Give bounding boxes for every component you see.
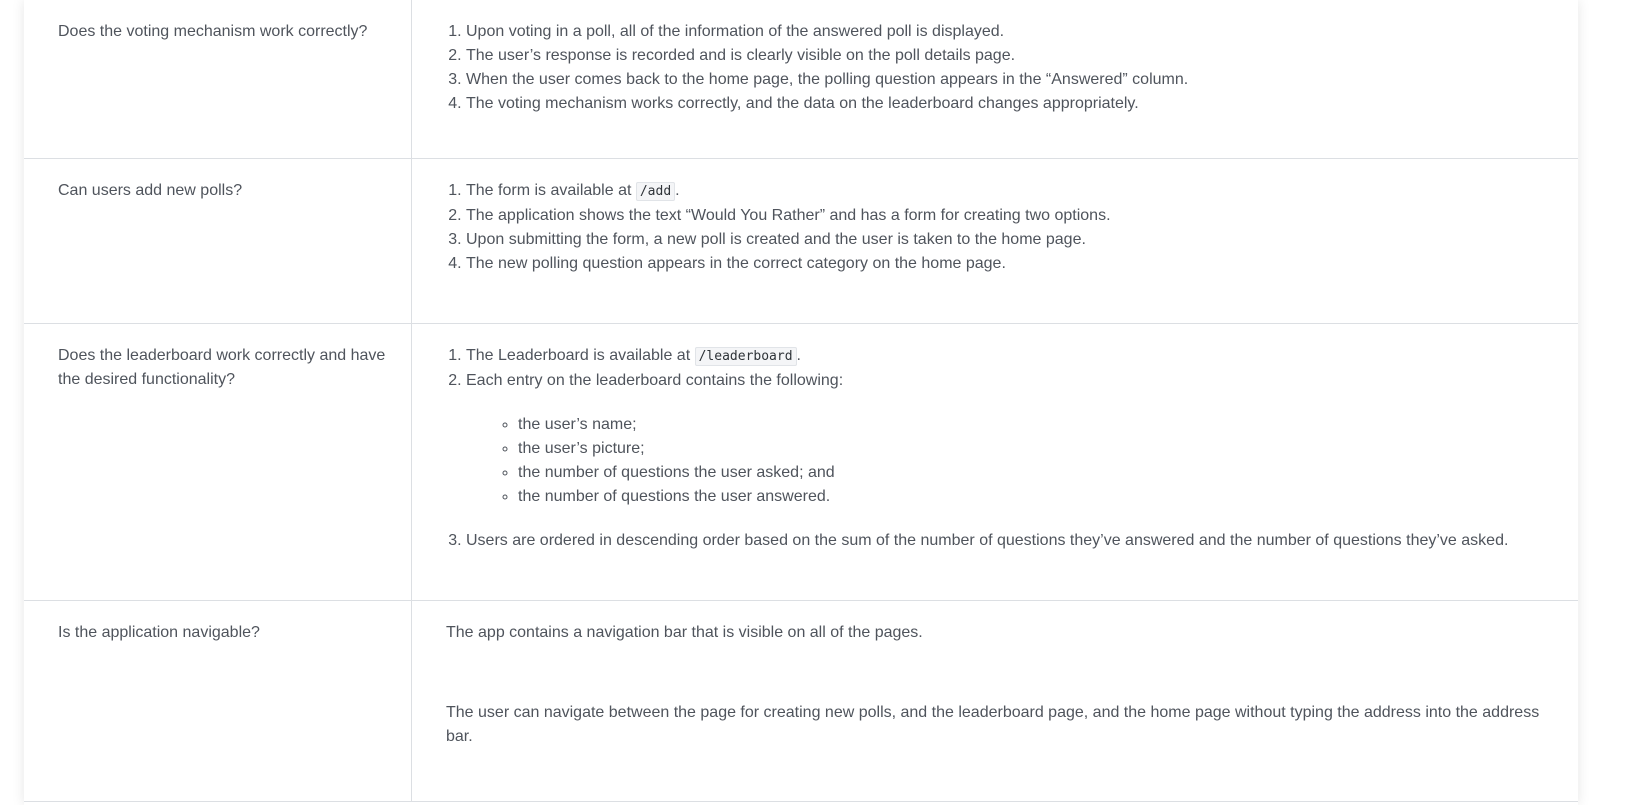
spec-list: The Leaderboard is available at /leaderb… — [446, 344, 1558, 553]
route-code: /leaderboard — [694, 347, 797, 366]
criteria-cell: Can users add new polls? — [24, 159, 412, 323]
spec-cell: The Leaderboard is available at /leaderb… — [412, 324, 1578, 600]
spec-paragraph: The app contains a navigation bar that i… — [446, 624, 923, 641]
criteria-text: Is the application navigable? — [58, 624, 260, 641]
route-code: /add — [635, 182, 676, 201]
criteria-text: Does the leaderboard work correctly and … — [58, 347, 386, 388]
criteria-text: Can users add new polls? — [58, 182, 243, 199]
sub-list-item: the user’s name; — [518, 413, 1558, 437]
list-item: The voting mechanism works correctly, an… — [466, 92, 1558, 116]
item-suffix: . — [675, 182, 680, 199]
spec-list: Upon voting in a poll, all of the inform… — [446, 20, 1558, 116]
item-text: The Leaderboard is available at — [466, 347, 691, 364]
table-row: Does the leaderboard work correctly and … — [24, 324, 1578, 601]
list-item: The new polling question appears in the … — [466, 252, 1558, 276]
spec-list: The form is available at /add. The appli… — [446, 179, 1558, 276]
spec-cell: Upon voting in a poll, all of the inform… — [412, 0, 1578, 158]
table-row: Is the application navigable? The app co… — [24, 601, 1578, 802]
criteria-cell: Is the application navigable? — [24, 601, 412, 801]
item-suffix: . — [796, 347, 801, 364]
list-item: The user’s response is recorded and is c… — [466, 44, 1558, 68]
spec-paragraph: The user can navigate between the page f… — [446, 704, 1540, 745]
rubric-table: Does the voting mechanism work correctly… — [24, 0, 1578, 805]
list-item: The form is available at /add. — [466, 179, 1558, 204]
list-item: Each entry on the leaderboard contains t… — [466, 369, 1558, 509]
criteria-cell: Does the voting mechanism work correctly… — [24, 0, 412, 158]
sub-list-item: the user’s picture; — [518, 437, 1558, 461]
table-row: Can users add new polls? The form is ava… — [24, 159, 1578, 324]
list-item: The Leaderboard is available at /leaderb… — [466, 344, 1558, 369]
list-item: When the user comes back to the home pag… — [466, 68, 1558, 92]
item-text: The form is available at — [466, 182, 632, 199]
list-item: Upon submitting the form, a new poll is … — [466, 228, 1558, 252]
item-text: Each entry on the leaderboard contains t… — [466, 372, 844, 389]
table-row: Does the voting mechanism work correctly… — [24, 0, 1578, 159]
criteria-cell: Does the leaderboard work correctly and … — [24, 324, 412, 600]
sub-list-item: the number of questions the user asked; … — [518, 461, 1558, 485]
criteria-text: Does the voting mechanism work correctly… — [58, 23, 368, 40]
spec-cell: The form is available at /add. The appli… — [412, 159, 1578, 323]
list-item: The application shows the text “Would Yo… — [466, 204, 1558, 228]
sub-list: the user’s name; the user’s picture; the… — [498, 413, 1558, 509]
sub-list-item: the number of questions the user answere… — [518, 485, 1558, 509]
list-item: Upon voting in a poll, all of the inform… — [466, 20, 1558, 44]
spec-cell: The app contains a navigation bar that i… — [412, 601, 1578, 801]
list-item: Users are ordered in descending order ba… — [466, 529, 1558, 553]
